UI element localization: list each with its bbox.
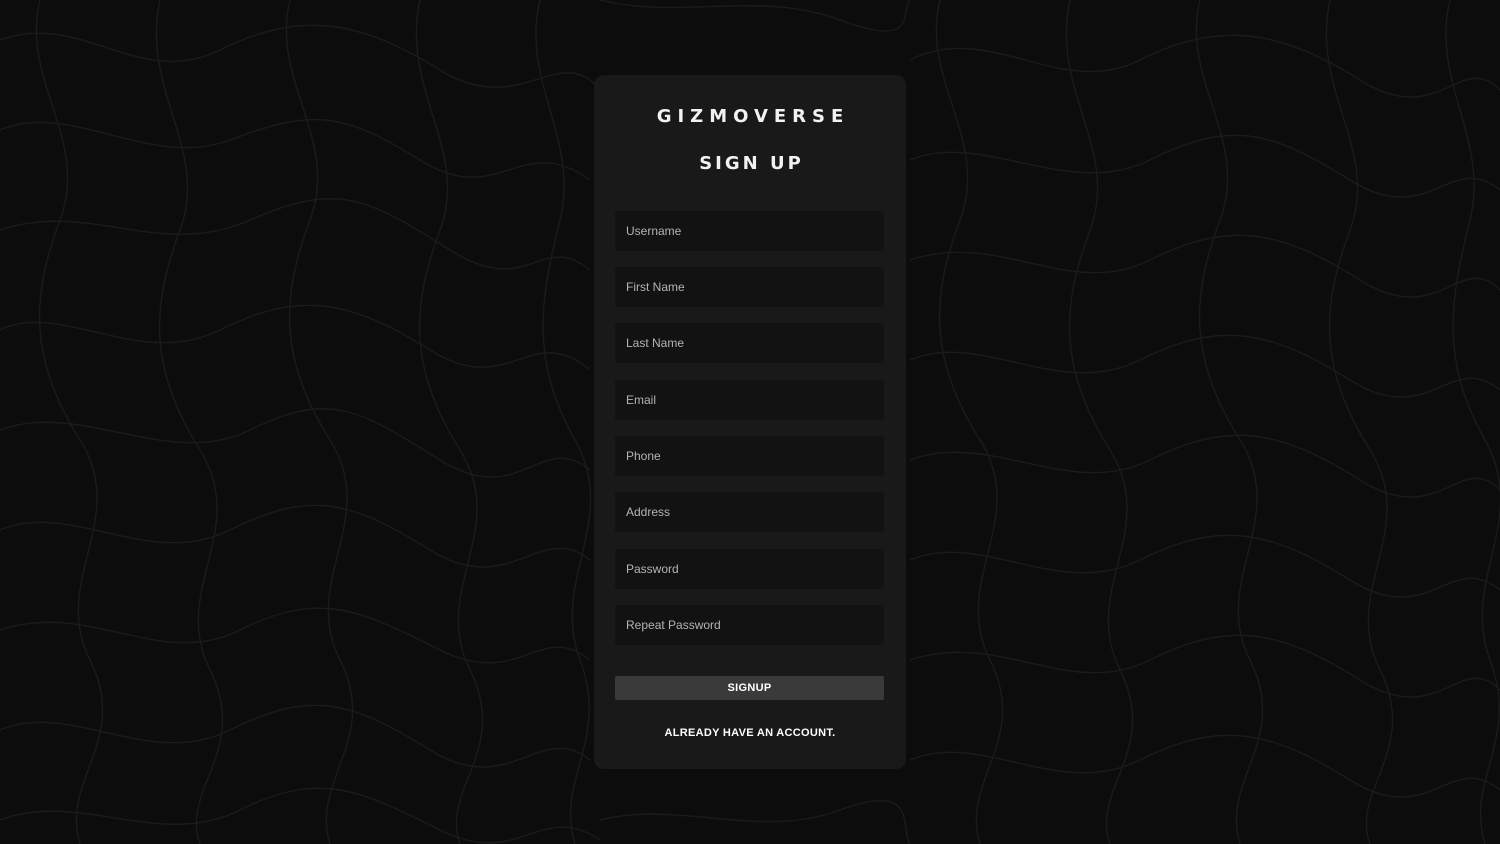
- first-name-input[interactable]: [615, 267, 884, 307]
- signup-card: GIZMOVERSE SIGN UP SIGNUP ALREADY HAVE A…: [594, 75, 906, 769]
- signup-button[interactable]: SIGNUP: [615, 676, 884, 700]
- email-input[interactable]: [615, 380, 884, 420]
- page-title: SIGN UP: [699, 153, 804, 174]
- login-link[interactable]: ALREADY HAVE AN ACCOUNT.: [594, 727, 906, 739]
- last-name-input[interactable]: [615, 323, 884, 363]
- password-input[interactable]: [615, 549, 884, 589]
- address-input[interactable]: [615, 492, 884, 532]
- repeat-password-input[interactable]: [615, 605, 884, 645]
- username-input[interactable]: [615, 211, 884, 251]
- brand-logo: GIZMOVERSE: [656, 106, 850, 127]
- phone-input[interactable]: [615, 436, 884, 476]
